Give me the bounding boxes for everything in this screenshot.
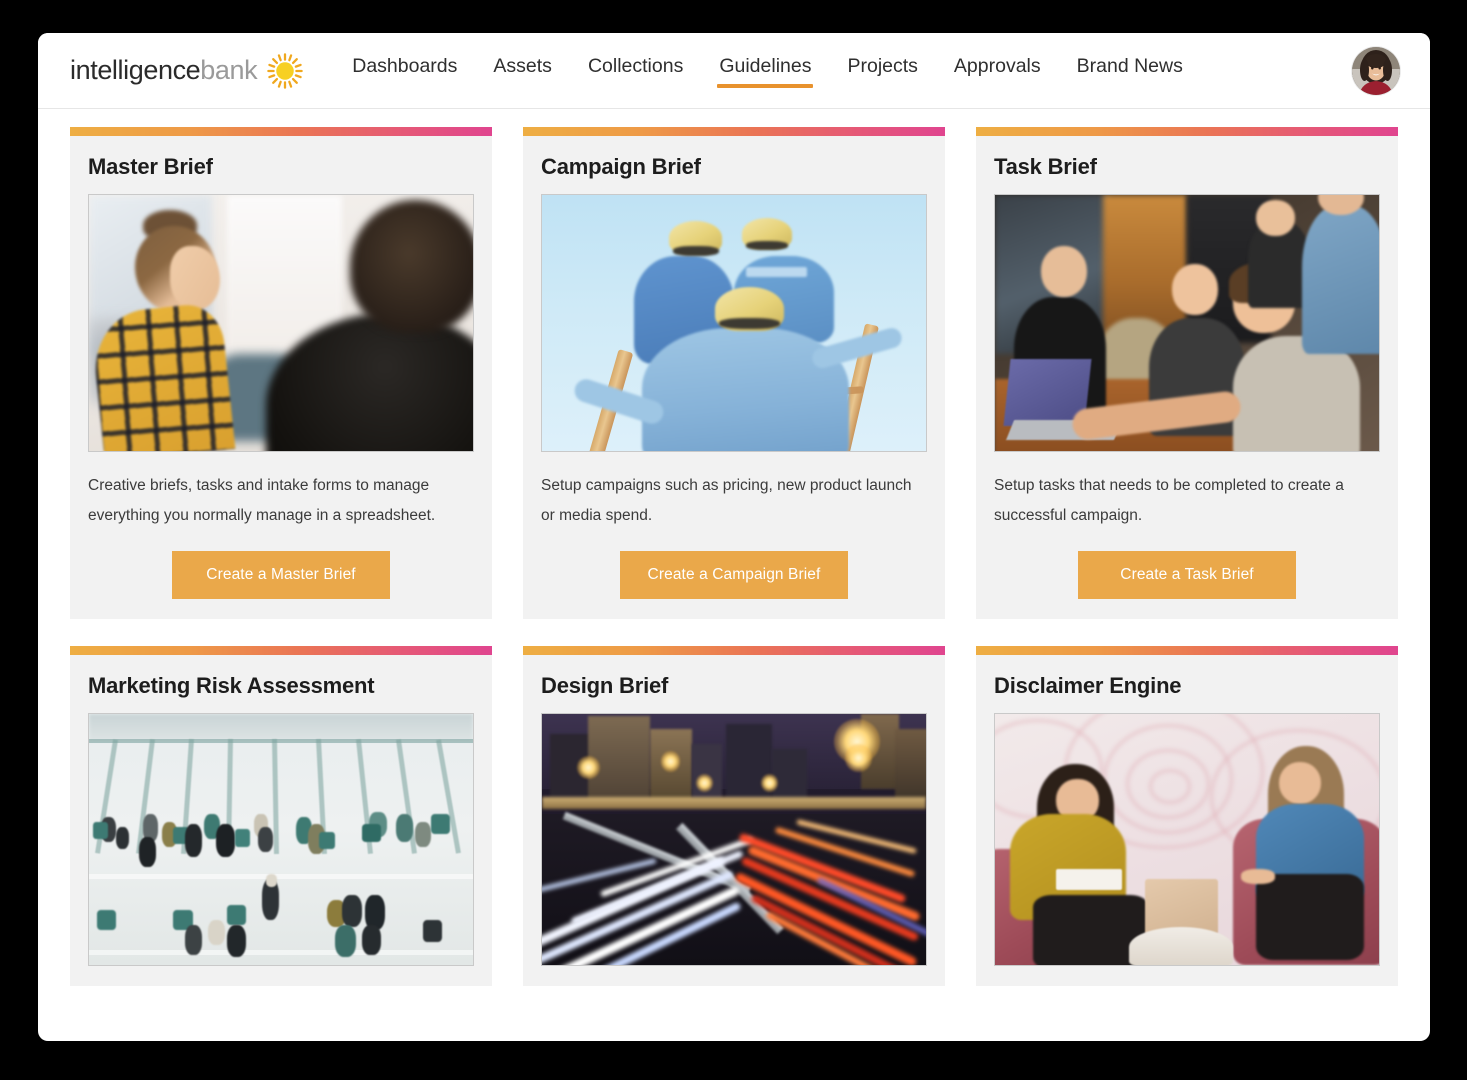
card-accent-bar [976,645,1398,655]
card-accent-bar [523,645,945,655]
card-description: Setup campaigns such as pricing, new pro… [541,477,912,524]
app-window: intelligence bank Dashboards Assets Coll… [38,33,1430,1041]
nav-item-brand-news[interactable]: Brand News [1075,49,1185,92]
card-accent-bar [523,127,945,136]
main-navigation: Dashboards Assets Collections Guidelines… [350,49,1352,92]
card-accent-bar [70,645,492,655]
card-title: Campaign Brief [541,154,701,179]
nav-item-assets[interactable]: Assets [491,49,554,92]
brand-logo[interactable]: intelligence bank [70,52,304,90]
construction-workers-photo [541,194,927,452]
brand-name-primary: intelligence [70,55,201,85]
create-task-brief-button[interactable]: Create a Task Brief [1078,550,1296,599]
night-traffic-photo [541,712,927,966]
card-title: Marketing Risk Assessment [88,672,375,698]
atrium-aerial-photo [88,712,474,966]
nav-item-guidelines[interactable]: Guidelines [717,49,814,92]
nav-item-projects[interactable]: Projects [845,49,919,92]
card-title: Design Brief [541,672,669,698]
office-team-photo [994,194,1380,452]
card-accent-bar [976,127,1398,136]
sun-icon [266,52,304,90]
card-task-brief[interactable]: Task Brief Setup tasks that needs to be … [976,127,1398,619]
card-description: Creative briefs, tasks and intake forms … [88,477,436,524]
nav-item-collections[interactable]: Collections [586,49,685,92]
create-master-brief-button[interactable]: Create a Master Brief [172,550,390,599]
card-accent-bar [70,127,492,136]
nav-item-dashboards[interactable]: Dashboards [350,49,459,92]
page-content: Master Brief Creative briefs, tasks and … [38,109,1430,1010]
card-marketing-risk-assessment[interactable]: Marketing Risk Assessment [70,645,492,986]
guidelines-card-grid: Master Brief Creative briefs, tasks and … [70,127,1398,986]
create-campaign-brief-button[interactable]: Create a Campaign Brief [619,550,849,599]
card-master-brief[interactable]: Master Brief Creative briefs, tasks and … [70,127,492,619]
card-description: Setup tasks that needs to be completed t… [994,477,1344,524]
nav-item-approvals[interactable]: Approvals [952,49,1043,92]
lounge-women-photo [994,712,1380,966]
avatar[interactable] [1352,46,1400,95]
card-campaign-brief[interactable]: Campaign Brief Setup campaigns such as p… [523,127,945,619]
card-title: Master Brief [88,154,213,179]
top-navigation-bar: intelligence bank Dashboards Assets Coll… [38,33,1430,109]
card-title: Task Brief [994,154,1097,179]
card-design-brief[interactable]: Design Brief [523,645,945,986]
card-disclaimer-engine[interactable]: Disclaimer Engine [976,645,1398,986]
brand-name-secondary: bank [200,55,258,85]
meeting-plaid-photo [88,194,474,452]
card-title: Disclaimer Engine [994,672,1182,698]
